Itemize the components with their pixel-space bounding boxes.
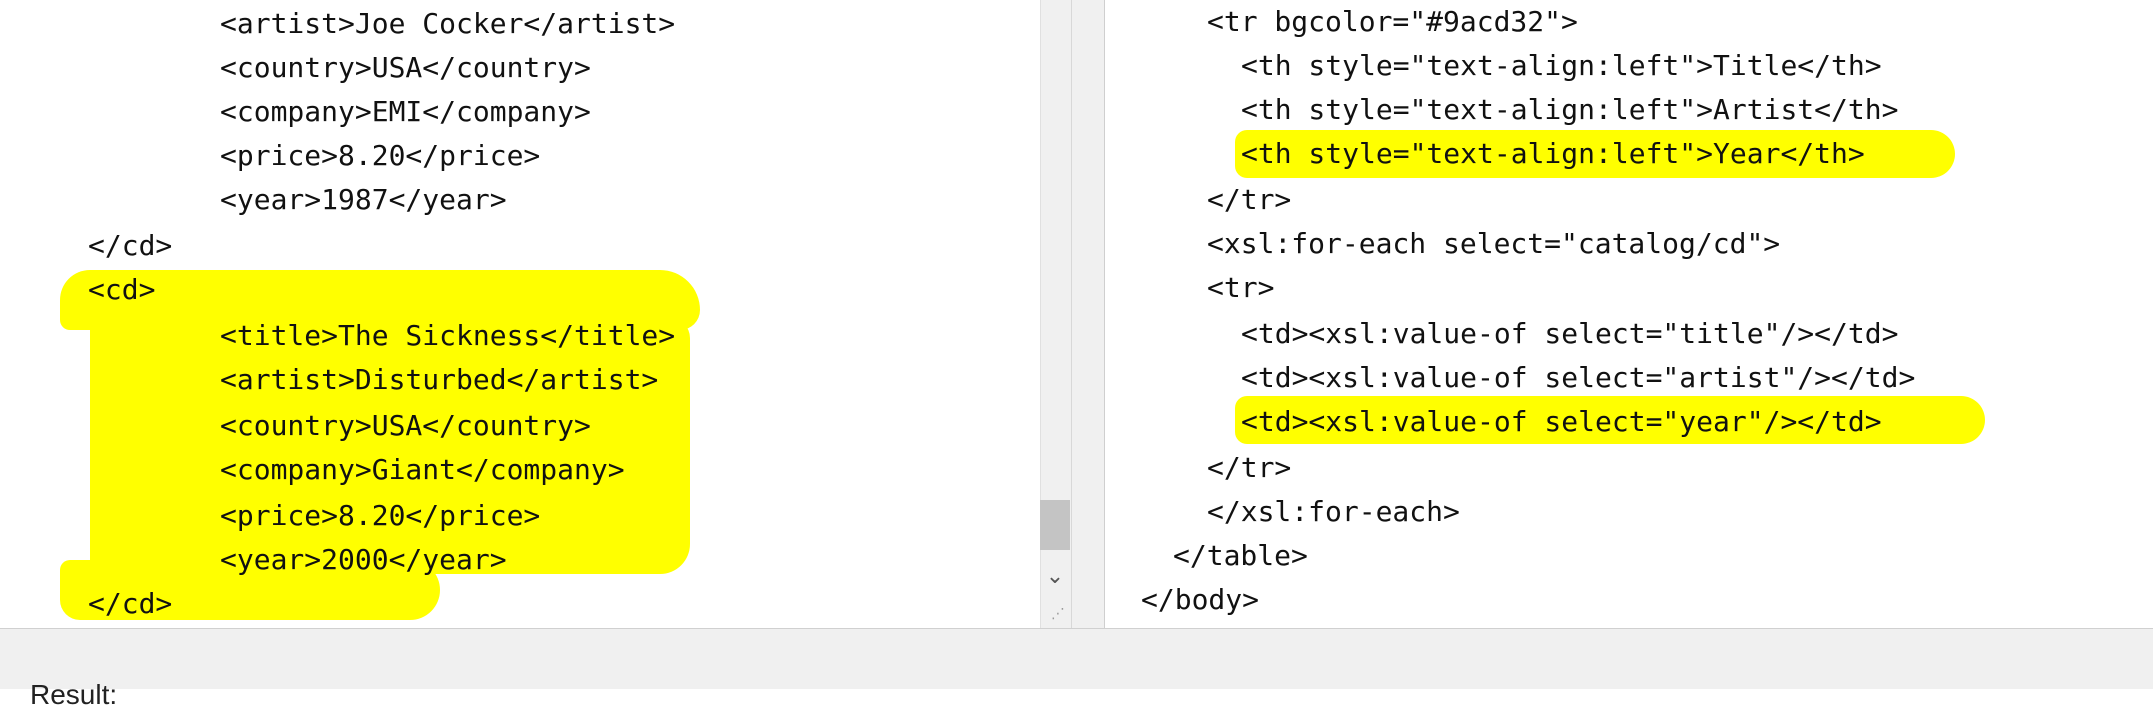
code-line[interactable]: <company>Giant</company> — [220, 448, 625, 492]
result-label: Result: — [30, 679, 118, 710]
code-line[interactable]: <title>The Sickness</title> — [220, 314, 675, 358]
scrollbar-thumb[interactable] — [1040, 500, 1070, 550]
xml-editor-pane[interactable]: <artist>Joe Cocker</artist> <country>USA… — [0, 0, 1041, 628]
code-line[interactable]: <country>USA</country> — [220, 404, 591, 448]
chevron-down-icon[interactable]: ⌄ — [1040, 560, 1070, 594]
code-line[interactable]: <year>1987</year> — [220, 178, 507, 222]
code-line[interactable]: <price>8.20</price> — [220, 494, 540, 538]
code-line[interactable]: </tr> — [1207, 178, 1291, 222]
code-line[interactable]: </table> — [1173, 534, 1308, 578]
resize-grip-icon[interactable]: ⋰ — [1048, 604, 1068, 624]
code-line[interactable]: <artist>Joe Cocker</artist> — [220, 2, 675, 46]
code-line[interactable]: </xsl:for-each> — [1207, 490, 1460, 534]
code-line[interactable]: <xsl:for-each select="catalog/cd"> — [1207, 222, 1780, 266]
code-line[interactable]: <th style="text-align:left">Title</th> — [1241, 44, 1882, 88]
code-line[interactable]: <td><xsl:value-of select="title"/></td> — [1241, 312, 1898, 356]
code-line[interactable]: <year>2000</year> — [220, 538, 507, 582]
code-line[interactable]: <price>8.20</price> — [220, 134, 540, 178]
xsl-editor-pane[interactable]: <tr bgcolor="#9acd32"> <th style="text-a… — [1104, 0, 2153, 628]
code-line[interactable]: <cd> — [88, 268, 155, 312]
code-line[interactable]: <company>EMI</company> — [220, 90, 591, 134]
code-line[interactable]: <tr> — [1207, 266, 1274, 310]
code-line[interactable]: <country>USA</country> — [220, 46, 591, 90]
code-line[interactable]: </tr> — [1207, 446, 1291, 490]
code-line[interactable]: </cd> — [88, 224, 172, 268]
code-line[interactable]: <th style="text-align:left">Year</th> — [1241, 132, 1865, 176]
result-panel-header: Result: — [0, 628, 2153, 710]
code-line[interactable]: <tr bgcolor="#9acd32"> — [1207, 0, 1578, 44]
code-line[interactable]: <td><xsl:value-of select="year"/></td> — [1241, 400, 1882, 444]
code-line[interactable]: </cd> — [88, 582, 172, 626]
code-line[interactable]: </body> — [1141, 578, 1259, 622]
pane-divider — [1071, 0, 1105, 628]
code-line[interactable]: <th style="text-align:left">Artist</th> — [1241, 88, 1898, 132]
code-line[interactable]: <artist>Disturbed</artist> — [220, 358, 658, 402]
code-line[interactable]: <td><xsl:value-of select="artist"/></td> — [1241, 356, 1915, 400]
